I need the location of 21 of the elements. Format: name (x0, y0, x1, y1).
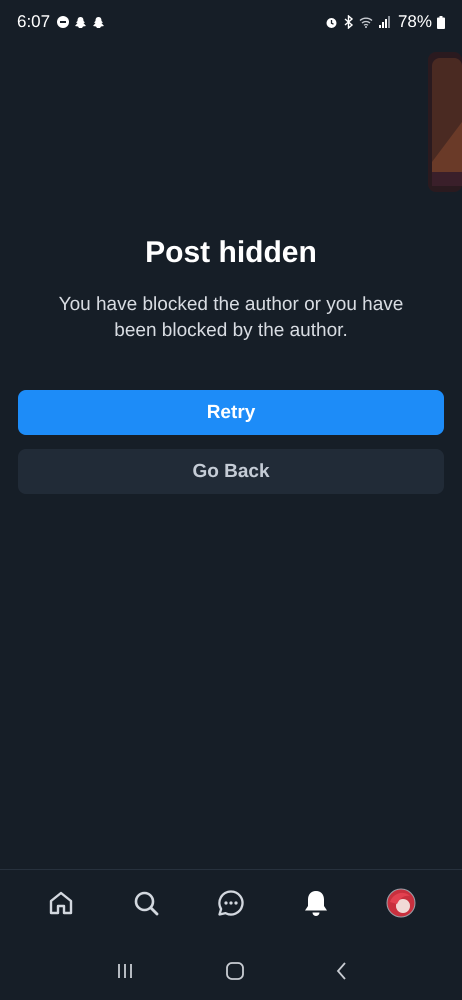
recent-apps-icon[interactable] (116, 963, 134, 979)
do-not-disturb-icon (57, 16, 70, 28)
wifi-icon (358, 16, 374, 28)
ghost-icon (74, 16, 88, 28)
back-icon[interactable] (336, 962, 346, 980)
chat-bubble-icon[interactable] (216, 889, 245, 917)
signal-icon (378, 16, 391, 28)
clock-time: 6:07 (17, 12, 50, 32)
home-button-icon[interactable] (226, 962, 244, 980)
page-title: Post hidden (145, 236, 317, 270)
alarm-icon (324, 16, 338, 28)
home-icon[interactable] (48, 890, 74, 916)
battery-percent: 78% (398, 12, 432, 32)
bell-icon[interactable] (303, 889, 330, 917)
go-back-button[interactable]: Go Back (18, 449, 444, 494)
message-text: You have blocked the author or you have been blocked by the author. (58, 293, 404, 343)
ghost-icon (92, 16, 106, 28)
search-icon[interactable] (132, 890, 159, 916)
avatar[interactable] (386, 888, 416, 918)
bluetooth-icon (342, 15, 354, 29)
battery-icon (437, 16, 445, 28)
